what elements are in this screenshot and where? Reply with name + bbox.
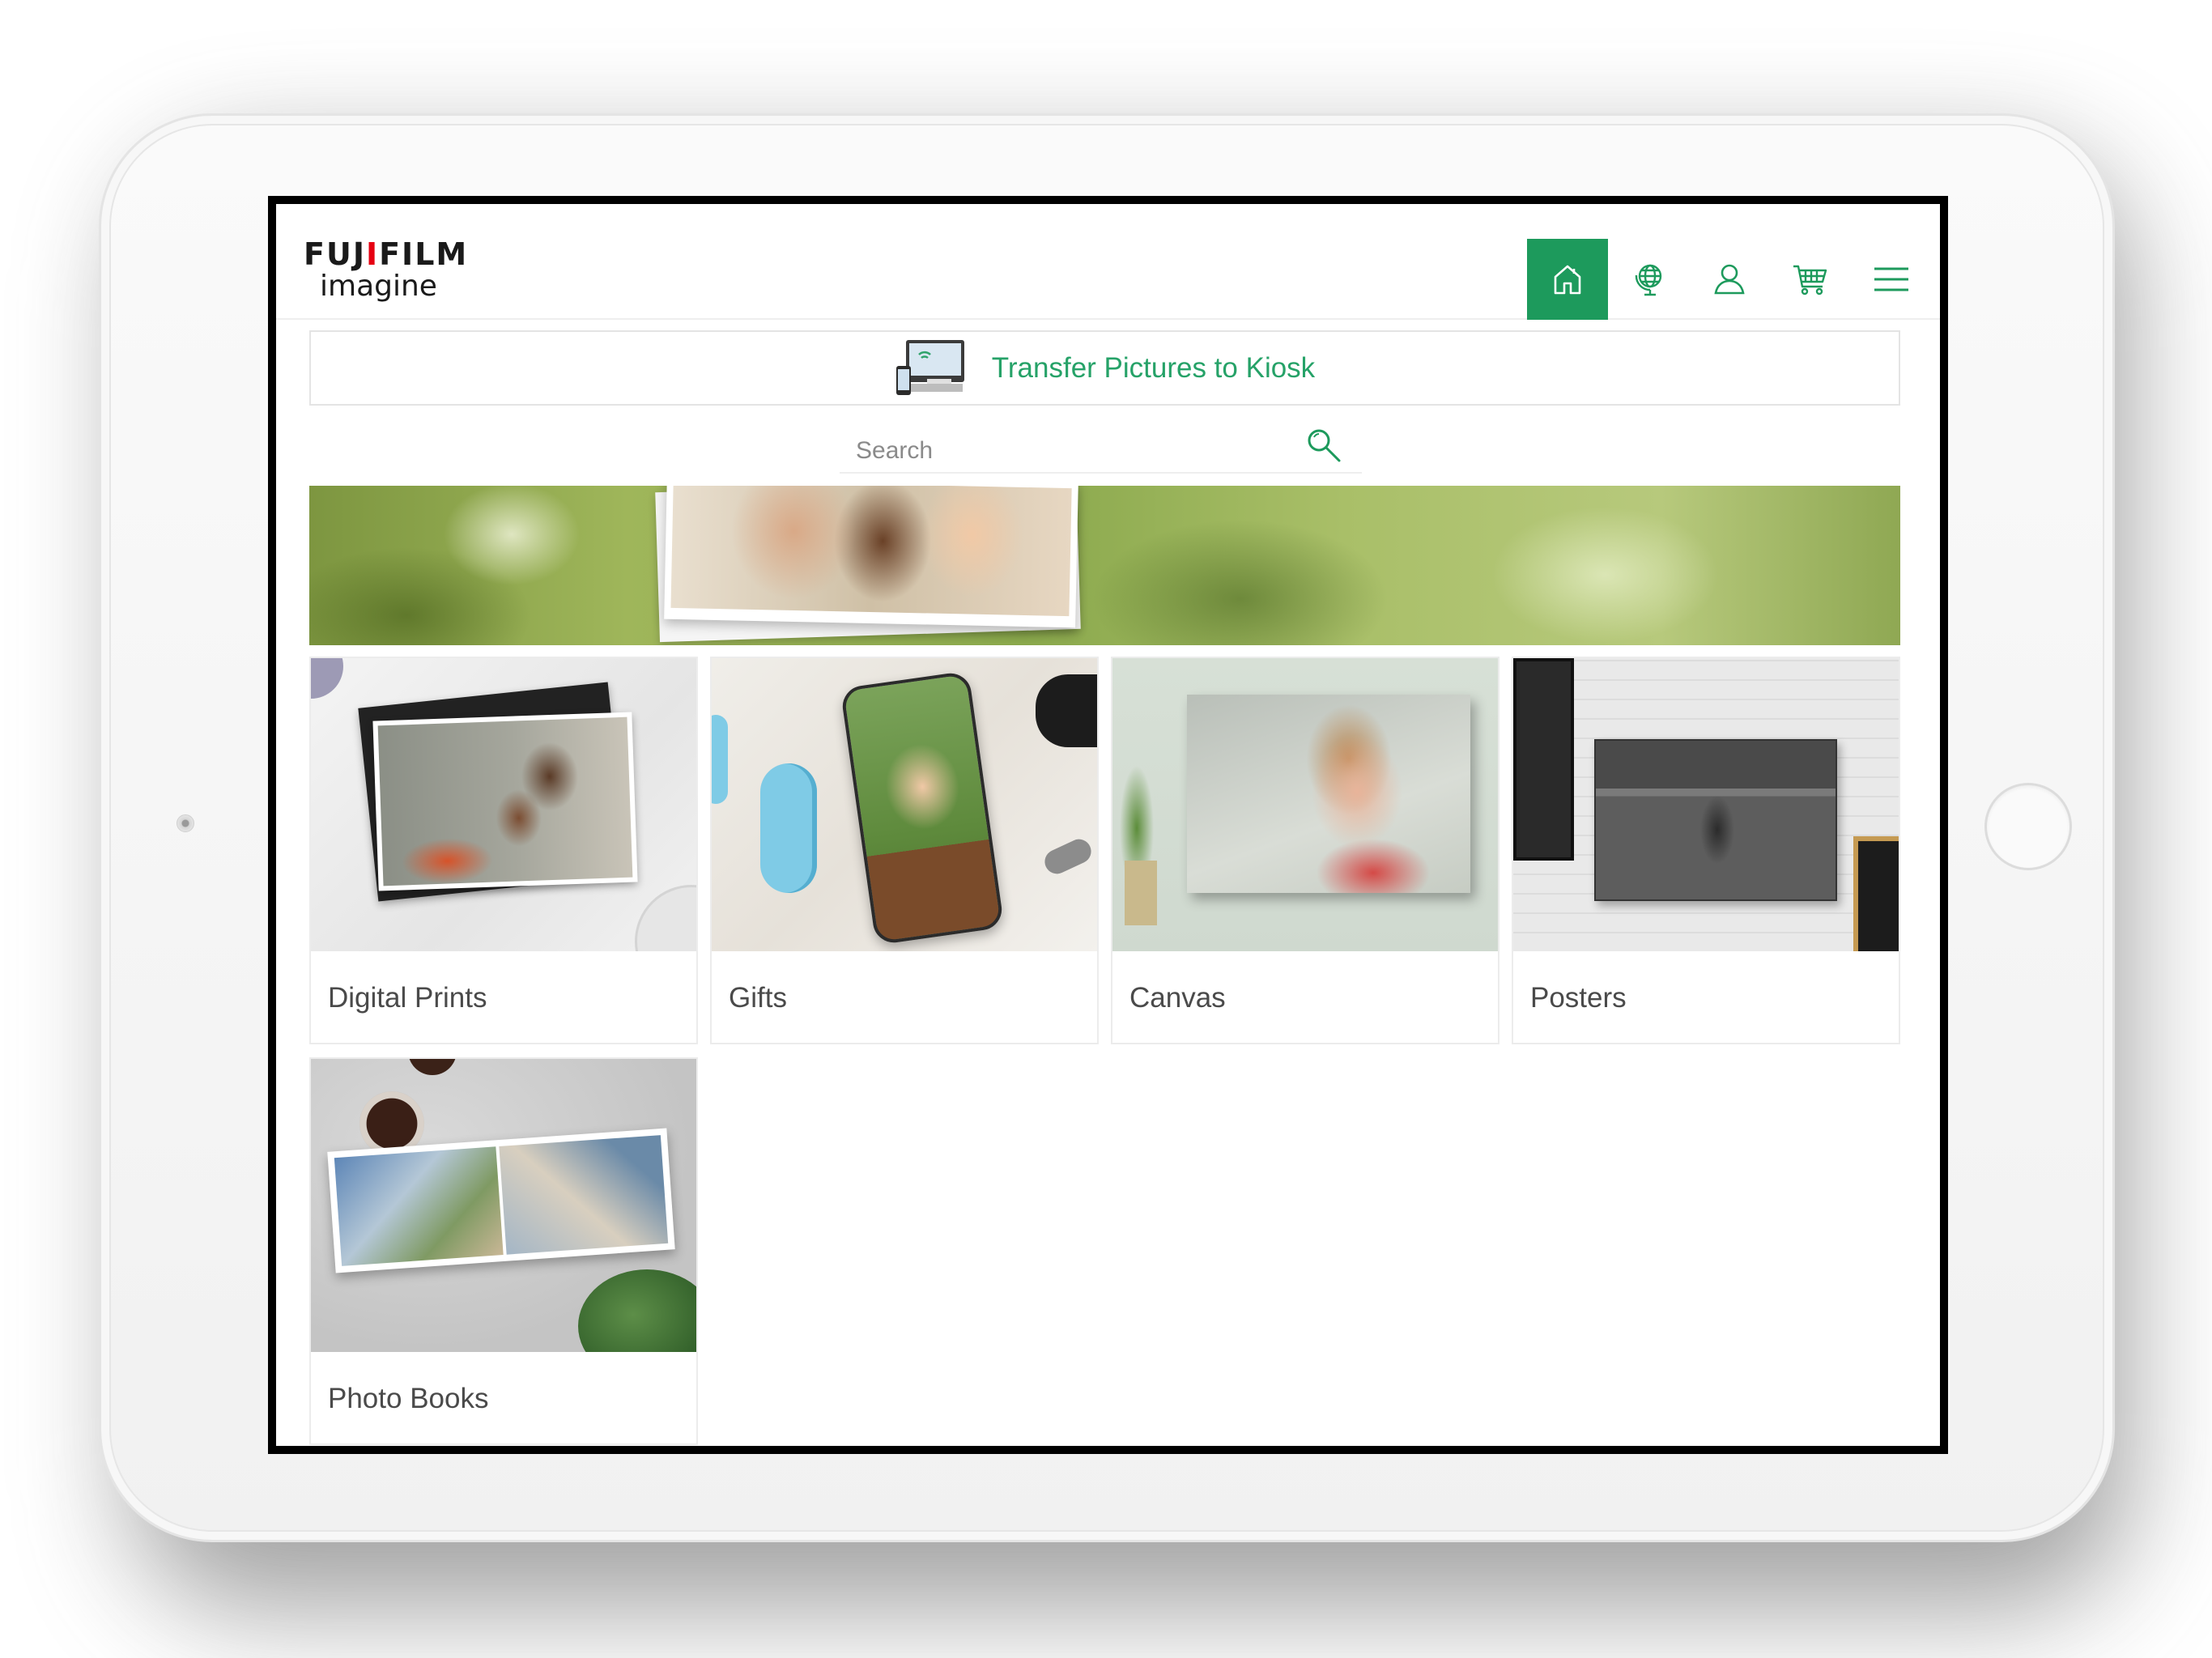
tablet-screen: FUJIFILM imagine Transfer Pictures to Ki… xyxy=(268,196,1948,1454)
product-label: Digital Prints xyxy=(328,982,487,1014)
logo-brand-text: FUJIFILM xyxy=(304,236,469,272)
nav-menu-button[interactable] xyxy=(1851,239,1932,320)
hamburger-menu-icon xyxy=(1874,267,1908,291)
search-bar xyxy=(840,425,1362,474)
product-label: Photo Books xyxy=(328,1383,489,1414)
product-card-canvas[interactable]: Canvas xyxy=(1111,657,1499,1044)
header-nav xyxy=(1527,239,1932,320)
nav-language-button[interactable] xyxy=(1608,239,1689,320)
gifts-image xyxy=(712,658,1097,951)
nav-home-button[interactable] xyxy=(1527,239,1608,320)
app-viewport: FUJIFILM imagine Transfer Pictures to Ki… xyxy=(276,204,1940,1446)
transfer-label: Transfer Pictures to Kiosk xyxy=(991,351,1316,384)
device-home-button[interactable] xyxy=(1984,783,2072,870)
fujifilm-imagine-logo[interactable]: FUJIFILM imagine xyxy=(304,236,469,303)
product-label: Canvas xyxy=(1129,982,1226,1014)
nav-account-button[interactable] xyxy=(1689,239,1770,320)
search-icon[interactable] xyxy=(1305,427,1344,466)
product-label: Posters xyxy=(1530,982,1627,1014)
product-label: Gifts xyxy=(729,982,787,1014)
product-card-gifts[interactable]: Gifts xyxy=(710,657,1099,1044)
search-input[interactable] xyxy=(856,433,1244,469)
home-icon xyxy=(1554,265,1581,295)
hero-banner[interactable] xyxy=(309,486,1900,645)
cart-icon xyxy=(1793,265,1827,295)
globe-icon xyxy=(1635,264,1662,296)
product-card-posters[interactable]: Posters xyxy=(1512,657,1900,1044)
front-camera xyxy=(177,814,194,832)
nav-cart-button[interactable] xyxy=(1770,239,1851,320)
product-card-digital-prints[interactable]: Digital Prints xyxy=(309,657,698,1044)
canvas-image xyxy=(1112,658,1498,951)
digital-prints-image xyxy=(311,658,696,951)
user-icon xyxy=(1714,264,1745,295)
logo-sub-text: imagine xyxy=(320,270,437,303)
photo-books-image xyxy=(311,1059,696,1352)
transfer-to-kiosk-button[interactable]: Transfer Pictures to Kiosk xyxy=(309,330,1900,406)
kiosk-transfer-icon xyxy=(895,339,964,395)
product-card-photo-books[interactable]: Photo Books xyxy=(309,1057,698,1445)
posters-image xyxy=(1513,658,1899,951)
banner-family-photo xyxy=(664,486,1078,628)
app-header: FUJIFILM imagine xyxy=(276,204,1940,320)
